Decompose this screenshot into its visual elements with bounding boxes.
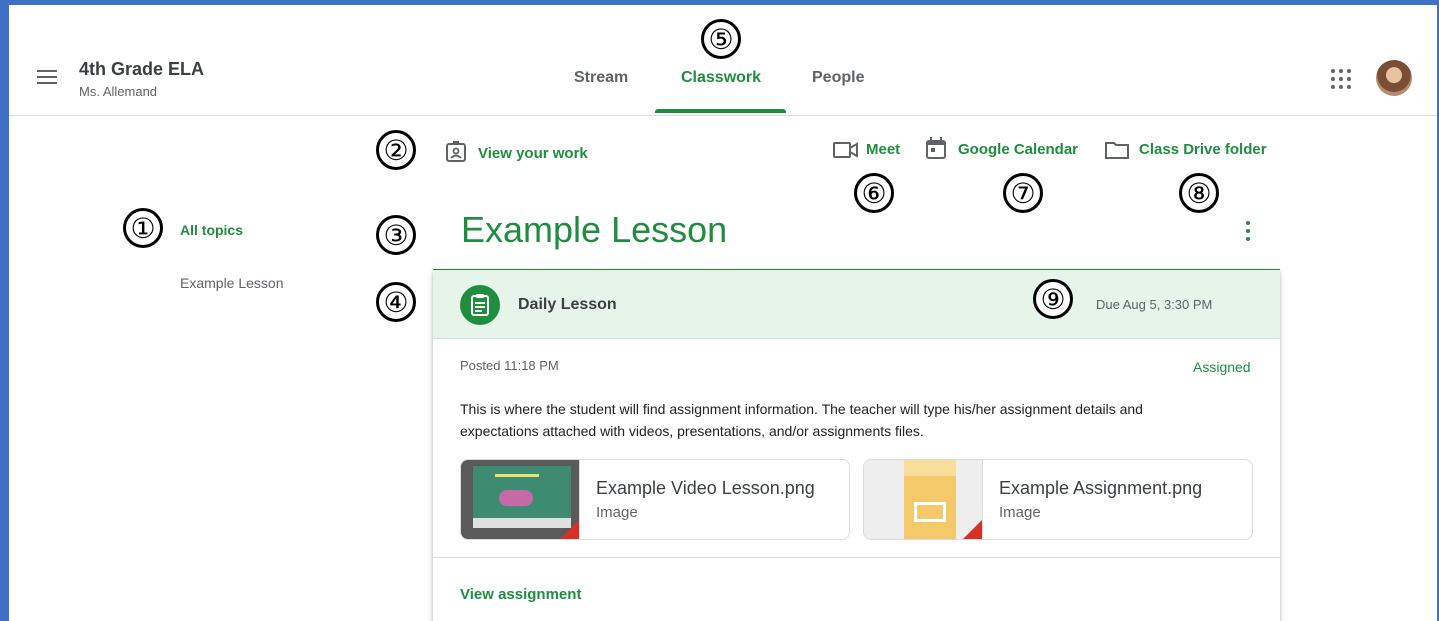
attachment-video-lesson[interactable]: Example Video Lesson.png Image (460, 459, 850, 540)
view-assignment-link[interactable]: View assignment (460, 586, 581, 603)
avatar[interactable] (1376, 60, 1412, 96)
callout-7: ⑦ (1003, 173, 1043, 213)
assignment-icon (460, 285, 500, 325)
callout-6: ⑥ (854, 173, 894, 213)
tab-classwork[interactable]: Classwork (681, 69, 761, 87)
callout-4: ④ (376, 282, 416, 322)
class-title[interactable]: 4th Grade ELA (79, 59, 204, 80)
topic-title: Example Lesson (461, 209, 728, 250)
google-apps-icon[interactable] (1331, 69, 1351, 89)
callout-9: ⑨ (1033, 279, 1073, 319)
meet-link[interactable]: Meet (866, 141, 900, 158)
teacher-name: Ms. Allemand (79, 84, 158, 99)
google-calendar-link[interactable]: Google Calendar (958, 141, 1078, 158)
calendar-icon (926, 137, 946, 159)
assignment-card: Daily Lesson Due Aug 5, 3:30 PM Posted 1… (433, 270, 1280, 621)
more-options-icon[interactable] (1245, 221, 1251, 241)
view-your-work-link[interactable]: View your work (478, 145, 588, 162)
callout-2: ② (376, 130, 416, 170)
callout-1: ① (123, 208, 163, 248)
callout-5: ⑤ (701, 19, 741, 59)
callout-8: ⑧ (1179, 173, 1219, 213)
attachment-name: Example Assignment.png (999, 478, 1203, 498)
status-badge: Assigned (1193, 359, 1251, 375)
tab-people[interactable]: People (812, 69, 864, 87)
folder-icon (1105, 142, 1129, 159)
assignment-header[interactable]: Daily Lesson Due Aug 5, 3:30 PM (433, 270, 1280, 339)
sidebar-item-all-topics[interactable]: All topics (180, 222, 243, 238)
due-date: Due Aug 5, 3:30 PM (1096, 297, 1213, 312)
assignment-description: This is where the student will find assi… (460, 401, 1143, 439)
assignment-title: Daily Lesson (518, 296, 617, 313)
class-drive-folder-link[interactable]: Class Drive folder (1139, 141, 1267, 158)
video-thumbnail-image (461, 460, 580, 539)
posted-time: Posted 11:18 PM (460, 358, 559, 373)
tab-stream[interactable]: Stream (574, 69, 628, 87)
slides-thumbnail-image (864, 460, 983, 539)
active-tab-indicator (655, 109, 786, 113)
profile-badge-icon (446, 141, 466, 162)
hamburger-menu-icon[interactable] (37, 69, 57, 85)
classroom-window: 4th Grade ELA Ms. Allemand Stream Classw… (9, 5, 1437, 621)
attachment-name: Example Video Lesson.png (596, 478, 815, 498)
card-footer-divider (433, 557, 1280, 558)
attachment-assignment[interactable]: Example Assignment.png Image (863, 459, 1253, 540)
attachment-type: Image (999, 504, 1041, 521)
callout-3: ③ (376, 215, 416, 255)
video-camera-icon (833, 142, 858, 158)
sidebar-item-example-lesson[interactable]: Example Lesson (180, 275, 284, 291)
attachment-type: Image (596, 504, 638, 521)
